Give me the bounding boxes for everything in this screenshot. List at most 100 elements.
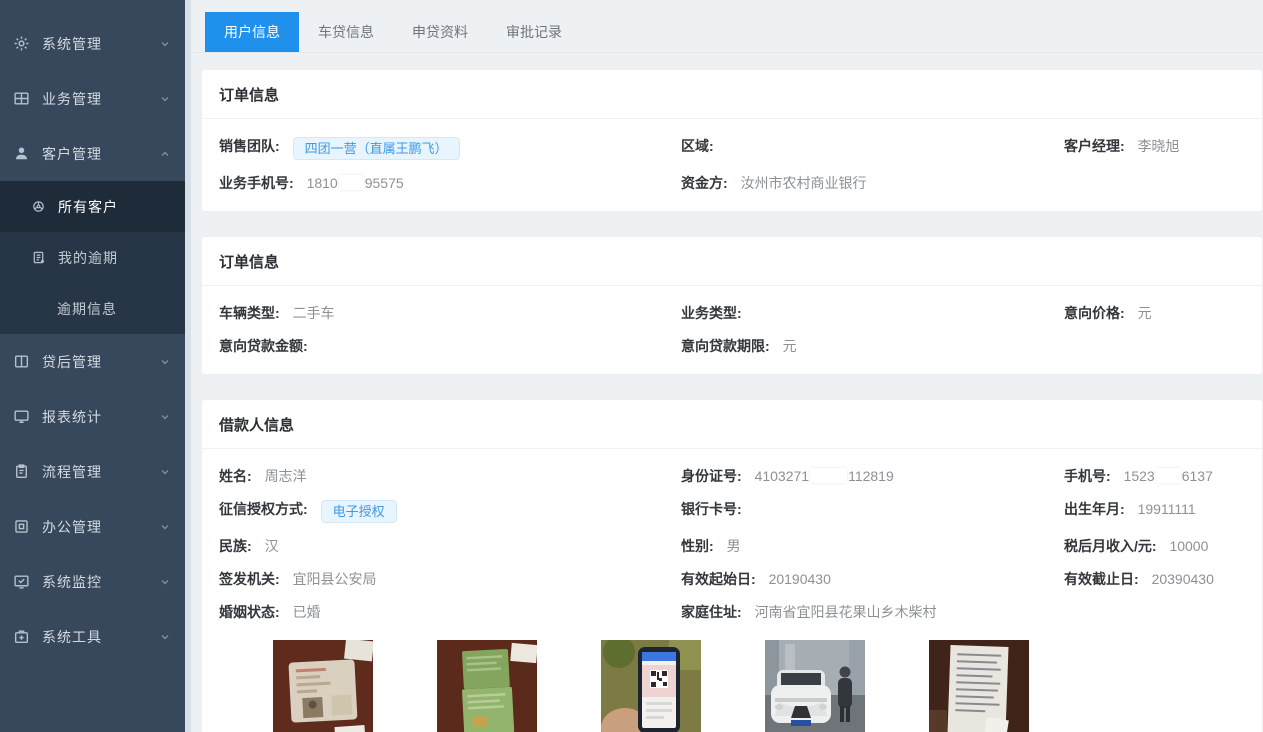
- clipboard-icon: [13, 463, 30, 480]
- sidebar-item-label: 系统工具: [42, 627, 159, 647]
- notebook-icon: [31, 250, 46, 265]
- chevron-down-icon: [159, 466, 171, 478]
- tab-loan-application-docs[interactable]: 申贷资料: [393, 12, 487, 52]
- field-label: 银行卡号:: [681, 501, 742, 517]
- borrower-info-card: 借款人信息 姓名: 周志洋 身份证号: 4103271112819 手机号: 1…: [201, 399, 1263, 732]
- field-region: 区域:: [681, 137, 1064, 160]
- chevron-down-icon: [159, 93, 171, 105]
- field-value: 元: [783, 338, 797, 354]
- user-icon: [13, 145, 30, 162]
- field-value: 已婚: [293, 604, 321, 620]
- redaction-mask: [1156, 468, 1181, 483]
- field-issuer: 签发机关: 宜阳县公安局: [219, 570, 681, 589]
- sidebar-item-label: 系统监控: [42, 572, 159, 592]
- sidebar-item-system-tools[interactable]: 系统工具: [0, 609, 185, 664]
- customer-submenu: 所有客户 我的逾期 逾期信息: [0, 181, 185, 334]
- field-label: 销售团队:: [219, 138, 280, 154]
- sidebar-item-my-overdue[interactable]: 我的逾期: [0, 232, 185, 283]
- field-address: 家庭住址: 河南省宜阳县花果山乡木柴村: [681, 603, 1064, 622]
- field-value: 周志洋: [265, 468, 307, 484]
- phone-qr-photo-thumbnail[interactable]: 征信授权: [601, 640, 701, 732]
- field-vehicle-type: 车辆类型: 二手车: [219, 304, 681, 323]
- field-label: 手机号:: [1064, 468, 1111, 484]
- field-value: 男: [727, 538, 741, 554]
- card-title: 借款人信息: [202, 400, 1262, 449]
- sidebar-item-label: 贷后管理: [42, 352, 159, 372]
- green-booklet-photo: [437, 640, 537, 732]
- field-intent-loan-amount: 意向贷款金额:: [219, 337, 681, 356]
- field-account-manager: 客户经理: 李晓旭: [1064, 137, 1245, 160]
- green-booklet-photo-thumbnail[interactable]: 驾驶证照片: [437, 640, 537, 732]
- document-photo-thumbnail[interactable]: 其他材料: [929, 640, 1029, 732]
- field-value: 4103271112819: [755, 468, 894, 484]
- document-photo: [929, 640, 1029, 732]
- chevron-down-icon: [159, 38, 171, 50]
- field-label: 民族:: [219, 538, 252, 554]
- id-card-photo: [273, 640, 373, 732]
- field-income: 税后月收入/元: 10000: [1064, 537, 1245, 556]
- tab-approval-records[interactable]: 审批记录: [487, 12, 581, 52]
- field-label: 业务手机号:: [219, 175, 294, 191]
- field-label: 有效起始日:: [681, 571, 756, 587]
- chevron-down-icon: [159, 521, 171, 533]
- sidebar-item-label: 客户管理: [42, 144, 159, 164]
- sidebar-item-customer-mgmt[interactable]: 客户管理: [0, 126, 185, 181]
- field-birth: 出生年月: 19911111: [1064, 500, 1245, 523]
- tab-car-loan-info[interactable]: 车贷信息: [299, 12, 393, 52]
- sidebar-item-system-mgmt[interactable]: 系统管理: [0, 16, 185, 71]
- sidebar-item-all-customers[interactable]: 所有客户: [0, 181, 185, 232]
- field-valid-to: 有效截止日: 20390430: [1064, 570, 1245, 589]
- sidebar-item-business-mgmt[interactable]: 业务管理: [0, 71, 185, 126]
- field-value: 元: [1138, 305, 1152, 321]
- e-auth-tag: 电子授权: [321, 500, 397, 523]
- id-card-photo-thumbnail[interactable]: 身份证: [273, 640, 373, 732]
- card-title: 订单信息: [202, 237, 1262, 286]
- sidebar-item-label: 逾期信息: [57, 299, 171, 319]
- toolbox-icon: [13, 628, 30, 645]
- sidebar-item-overdue-info[interactable]: 逾期信息: [0, 283, 185, 334]
- field-label: 家庭住址:: [681, 604, 742, 620]
- field-value: 20390430: [1152, 571, 1214, 587]
- sidebar-item-label: 所有客户: [58, 197, 171, 217]
- field-value: 181095575: [307, 175, 404, 191]
- field-label: 意向贷款期限:: [681, 338, 770, 354]
- field-intent-loan-term: 意向贷款期限: 元: [681, 337, 1064, 356]
- sidebar-item-office-mgmt[interactable]: 办公管理: [0, 499, 185, 554]
- tab-bar: 用户信息 车贷信息 申贷资料 审批记录: [191, 0, 1263, 53]
- sidebar-item-report-stats[interactable]: 报表统计: [0, 389, 185, 444]
- field-funder: 资金方: 汝州市农村商业银行: [681, 174, 1064, 193]
- field-value: 宜阳县公安局: [293, 571, 377, 587]
- sales-team-tag: 四团一营（直属王鹏飞）: [293, 137, 460, 160]
- sidebar-item-process-mgmt[interactable]: 流程管理: [0, 444, 185, 499]
- sidebar-item-postloan-mgmt[interactable]: 贷后管理: [0, 334, 185, 389]
- field-gender: 性别: 男: [681, 537, 1064, 556]
- redaction-mask: [810, 468, 847, 483]
- field-value: 10000: [1169, 538, 1208, 554]
- field-value: 河南省宜阳县花果山乡木柴村: [755, 604, 937, 620]
- field-sales-team: 销售团队: 四团一营（直属王鹏飞）: [219, 137, 681, 160]
- chevron-down-icon: [159, 411, 171, 423]
- field-credit-auth: 征信授权方式: 电子授权: [219, 500, 681, 523]
- field-name: 姓名: 周志洋: [219, 467, 681, 486]
- field-value: 20190430: [769, 571, 831, 587]
- field-label: 意向价格:: [1064, 305, 1125, 321]
- person-car-photo: [765, 640, 865, 732]
- gear-icon: [13, 35, 30, 52]
- field-value: 李晓旭: [1138, 138, 1180, 154]
- wheel-icon: [31, 199, 46, 214]
- tab-user-info[interactable]: 用户信息: [205, 12, 299, 52]
- person-car-photo-thumbnail[interactable]: 人车合影: [765, 640, 865, 732]
- field-valid-from: 有效起始日: 20190430: [681, 570, 1064, 589]
- sidebar-item-label: 报表统计: [42, 407, 159, 427]
- field-value: 汝州市农村商业银行: [741, 175, 867, 191]
- field-label: 婚姻状态:: [219, 604, 280, 620]
- inner-square-icon: [13, 518, 30, 535]
- chevron-down-icon: [159, 576, 171, 588]
- grid-icon: [13, 90, 30, 107]
- photo-row: 身份证: [219, 640, 1245, 732]
- field-label: 客户经理:: [1064, 138, 1125, 154]
- sidebar-item-label: 我的逾期: [58, 248, 171, 268]
- field-intent-price: 意向价格: 元: [1064, 304, 1245, 323]
- sidebar-item-system-monitor[interactable]: 系统监控: [0, 554, 185, 609]
- field-label: 身份证号:: [681, 468, 742, 484]
